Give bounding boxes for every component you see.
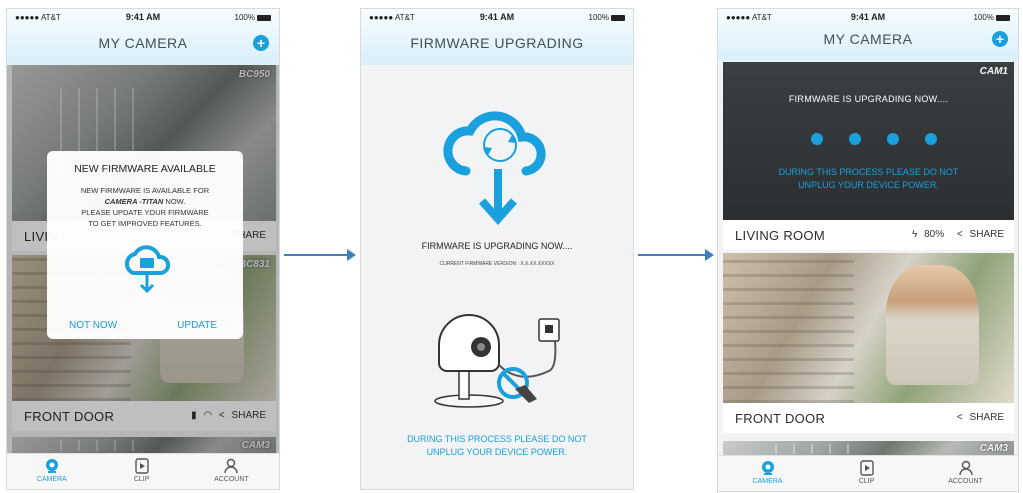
battery-status: 100% — [974, 13, 1010, 22]
page-title: MY CAMERA — [98, 35, 188, 51]
film-icon — [859, 460, 874, 476]
dialog-message: NEW FIRMWARE IS AVAILABLE FOR CAMERA -TI… — [80, 186, 210, 228]
navbar: ●●●●● AT&T 9:41 AM 100% MY CAMERA + — [718, 9, 1018, 61]
tab-clip[interactable]: CLIP — [97, 454, 187, 489]
navbar: ●●●●● AT&T 9:41 AM 100% FIRMWARE UPGRADI… — [361, 9, 633, 65]
tab-bar: CAMERA CLIP ACCOUNT — [718, 455, 1018, 491]
camera-id-label: CAM1 — [979, 66, 1008, 77]
page-title: FIRMWARE UPGRADING — [410, 35, 584, 51]
status-bar: ●●●●● AT&T 9:41 AM 100% — [361, 9, 633, 29]
tab-camera[interactable]: CAMERA — [7, 454, 97, 489]
progress-dot — [887, 133, 899, 145]
lightning-icon: ϟ — [912, 229, 918, 240]
camera-icon — [761, 461, 774, 475]
upgrade-status-text: FIRMWARE IS UPGRADING NOW.... — [788, 94, 949, 104]
page-title: MY CAMERA — [823, 31, 913, 47]
unplug-warning-text: DURING THIS PROCESS PLEASE DO NOT UNPLUG… — [407, 434, 587, 457]
battery-icon — [257, 14, 271, 21]
battery-status: 100% — [589, 13, 625, 22]
firmware-version-text: CURRENT FIRMWARE VERSION : X.X.XX.XXXXX — [439, 261, 555, 267]
user-icon — [224, 458, 239, 474]
camera-card-bar: LIVING ROOM ϟ 80% < SHARE — [723, 220, 1014, 250]
camera-feed-upgrading: CAM1 FIRMWARE IS UPGRADING NOW.... DURIN… — [723, 62, 1014, 220]
tab-bar: CAMERA CLIP ACCOUNT — [7, 453, 279, 489]
navbar: ●●●●● AT&T 9:41 AM 100% MY CAMERA + — [7, 9, 279, 65]
screen-my-camera-firmware-prompt: BC950 LIVIN SHARE BC831 FRONT DOOR ▮ ◠ <… — [6, 8, 280, 490]
dialog-title: NEW FIRMWARE AVAILABLE — [74, 163, 216, 175]
tab-account[interactable]: ACCOUNT — [187, 454, 277, 489]
firmware-available-dialog: NEW FIRMWARE AVAILABLE NEW FIRMWARE IS A… — [47, 151, 243, 339]
battery-icon — [611, 14, 625, 21]
camera-id-label: CAM3 — [979, 443, 1008, 454]
battery-icon — [996, 14, 1010, 21]
share-button[interactable]: SHARE — [970, 229, 1004, 240]
battery-level: 80% — [924, 229, 945, 240]
tab-clip[interactable]: CLIP — [817, 456, 916, 491]
share-button[interactable]: SHARE — [970, 412, 1004, 423]
add-camera-button[interactable]: + — [253, 35, 269, 51]
share-icon[interactable]: < — [957, 412, 963, 423]
camera-name: LIVING ROOM — [735, 228, 825, 243]
cloud-sync-download-icon — [443, 111, 546, 226]
share-icon[interactable]: < — [957, 229, 963, 240]
camera-card-bar: FRONT DOOR < SHARE — [723, 403, 1014, 433]
camera-feed-front-door[interactable] — [723, 253, 1014, 403]
screen-my-camera-upgrading: ●●●●● AT&T 9:41 AM 100% MY CAMERA + CAM1… — [717, 8, 1019, 492]
film-icon — [134, 458, 149, 474]
progress-dot — [811, 133, 823, 145]
flow-arrow-icon — [284, 249, 356, 261]
tab-camera[interactable]: CAMERA — [718, 456, 817, 491]
add-camera-button[interactable]: + — [992, 31, 1008, 47]
upgrade-status-text: FIRMWARE IS UPGRADING NOW.... — [421, 241, 573, 251]
update-button[interactable]: UPDATE — [177, 320, 217, 331]
camera-name: FRONT DOOR — [735, 411, 826, 426]
unplug-warning-text: DURING THIS PROCESS PLEASE DO NOT UNPLUG… — [778, 167, 959, 190]
camera-icon — [45, 459, 58, 473]
status-bar: ●●●●● AT&T 9:41 AM 100% — [7, 9, 279, 29]
screen-firmware-upgrading: ●●●●● AT&T 9:41 AM 100% FIRMWARE UPGRADI… — [360, 8, 634, 490]
progress-dots — [811, 132, 963, 150]
progress-dot — [925, 133, 937, 145]
status-bar: ●●●●● AT&T 9:41 AM 100% — [718, 9, 1018, 29]
flow-arrow-icon — [638, 249, 714, 261]
camera-unplug-illustration-icon — [434, 314, 560, 408]
progress-dot — [849, 133, 861, 145]
tab-account[interactable]: ACCOUNT — [916, 456, 1015, 491]
cloud-download-icon — [124, 245, 171, 294]
battery-status: 100% — [235, 13, 271, 22]
not-now-button[interactable]: NOT NOW — [69, 320, 117, 331]
user-icon — [958, 460, 973, 476]
